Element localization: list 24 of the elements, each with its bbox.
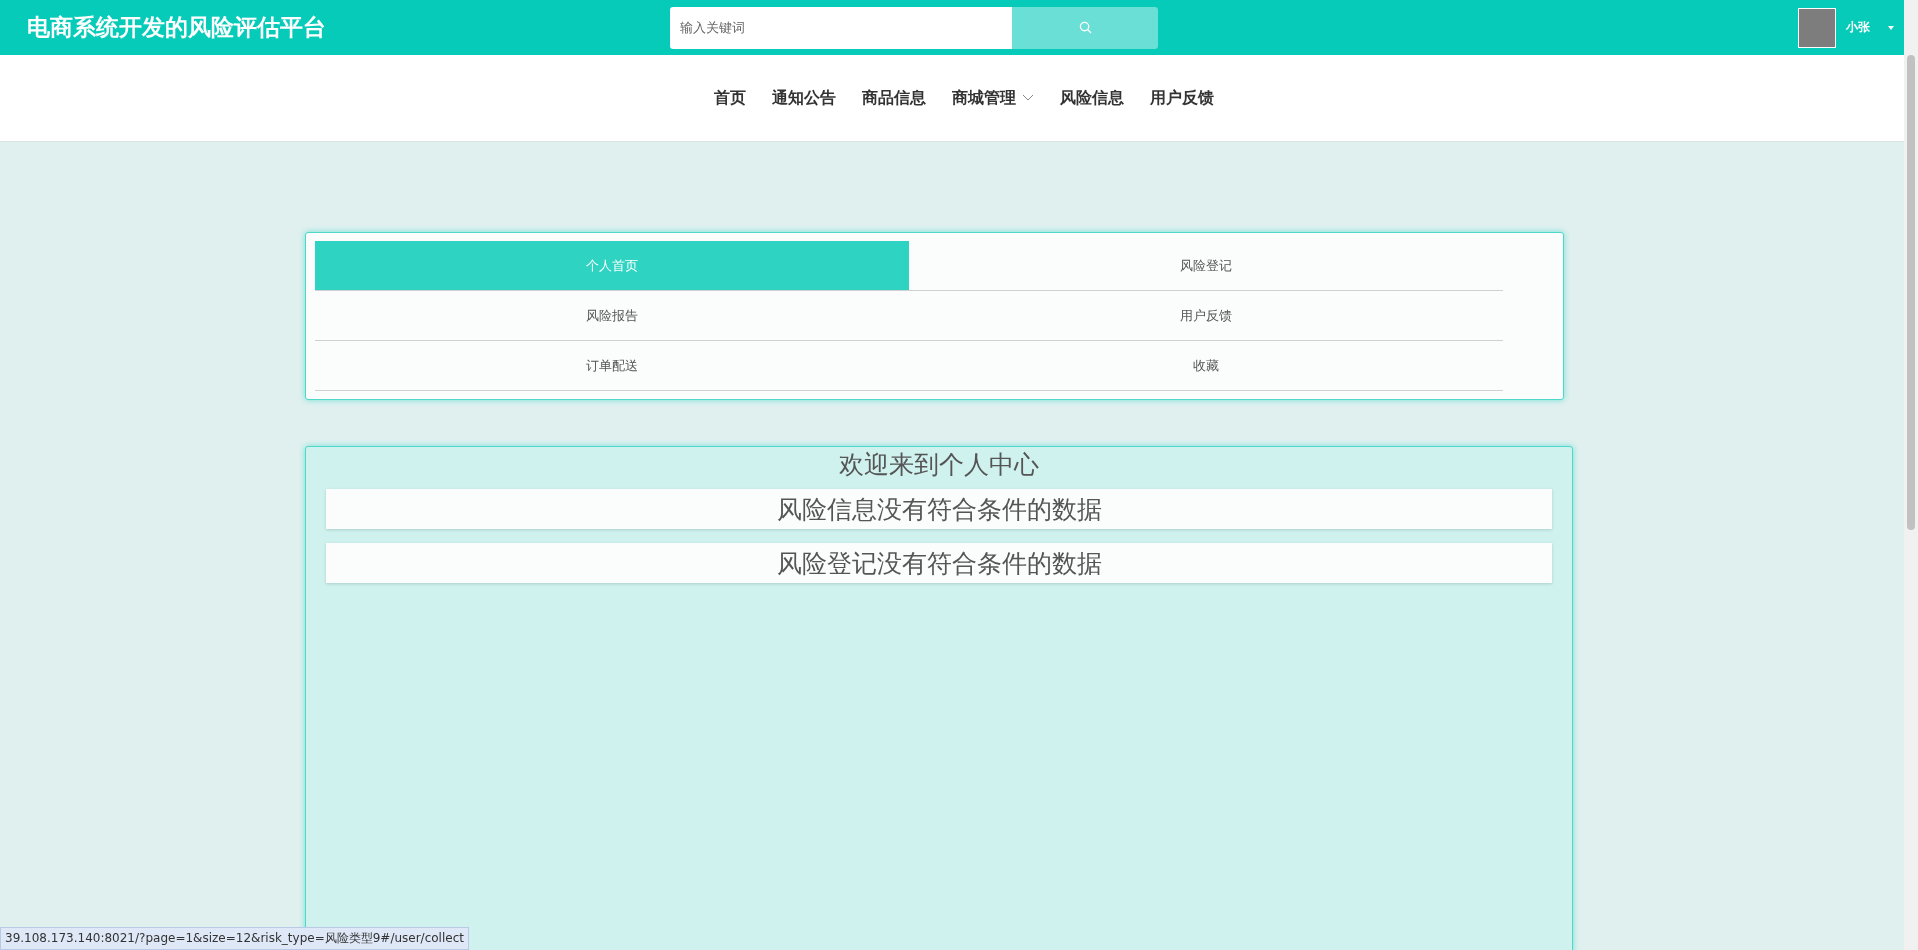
site-title: 电商系统开发的风险评估平台: [27, 13, 327, 42]
menu-tab[interactable]: 收藏: [909, 341, 1503, 391]
nav-link[interactable]: 用户反馈: [1150, 87, 1214, 109]
empty-notice: 风险信息没有符合条件的数据: [326, 489, 1552, 529]
menu-tab[interactable]: 风险登记: [909, 241, 1503, 291]
menu-tab[interactable]: 风险报告: [315, 291, 909, 341]
caret-icon[interactable]: [1888, 25, 1894, 30]
search-icon: [1078, 21, 1092, 34]
menu-tab[interactable]: 订单配送: [315, 341, 909, 391]
scrollbar[interactable]: [1904, 0, 1918, 950]
nav-link[interactable]: 商城管理: [952, 87, 1034, 109]
status-url: 39.108.173.140:8021/?page=1&size=12&risk_type=风险类型9#/user/collect: [0, 927, 469, 950]
avatar-placeholder[interactable]: [1798, 7, 1836, 48]
search-field[interactable]: 输入关键词: [670, 6, 1012, 49]
nav-link[interactable]: 风险信息: [1060, 87, 1124, 109]
nav-link[interactable]: 通知公告: [772, 87, 836, 109]
search-button[interactable]: [1012, 6, 1158, 49]
scrollbar-thumb[interactable]: [1907, 55, 1915, 530]
panel-title: 欢迎来到个人中心: [839, 449, 1039, 481]
menu-tab[interactable]: 用户反馈: [909, 291, 1503, 341]
nav-link[interactable]: 商品信息: [862, 87, 926, 109]
nav-link[interactable]: 首页: [714, 87, 746, 109]
chevron-down-icon: [1022, 94, 1034, 102]
empty-notice: 风险登记没有符合条件的数据: [326, 543, 1552, 583]
